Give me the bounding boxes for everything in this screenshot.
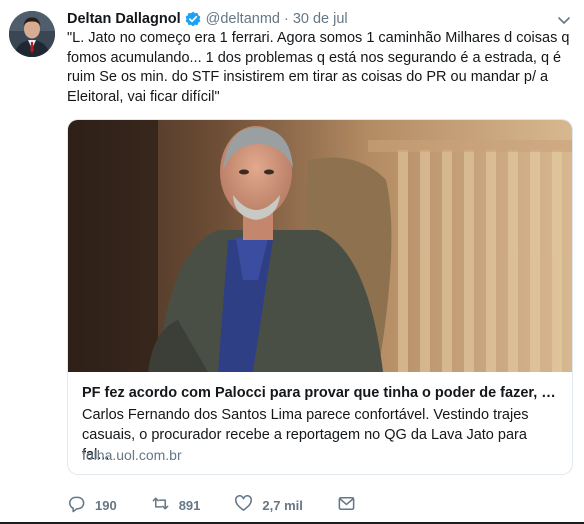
direct-message-button[interactable]: [337, 494, 356, 516]
reply-count: 190: [95, 497, 117, 513]
tweet-actions: 190 891 2,7 mil: [67, 495, 390, 515]
like-button[interactable]: 2,7 mil: [234, 494, 303, 516]
heart-icon: [234, 494, 253, 516]
tweet-header: Deltan Dallagnol @deltanmd · 30 de jul: [67, 10, 348, 28]
author-handle[interactable]: @deltanmd: [206, 10, 280, 28]
envelope-icon: [337, 494, 356, 516]
tweet[interactable]: Deltan Dallagnol @deltanmd · 30 de jul "…: [0, 0, 584, 524]
card-title[interactable]: PF fez acordo com Palocci para provar qu…: [82, 384, 558, 402]
tweet-text: "L. Jato no começo era 1 ferrari. Agora …: [67, 30, 574, 105]
retweet-icon: [151, 494, 170, 516]
card-domain: folha.uol.com.br: [82, 447, 182, 463]
reply-button[interactable]: 190: [67, 494, 117, 516]
separator-dot: ·: [283, 11, 289, 27]
avatar[interactable]: [9, 11, 55, 57]
link-card[interactable]: PF fez acordo com Palocci para provar qu…: [67, 119, 573, 475]
tweet-date[interactable]: 30 de jul: [293, 10, 348, 28]
card-image: [68, 120, 572, 372]
retweet-count: 891: [178, 497, 201, 513]
reply-icon: [67, 494, 86, 516]
like-count: 2,7 mil: [262, 497, 303, 513]
chevron-down-icon[interactable]: [556, 12, 572, 28]
verified-badge-icon: [185, 11, 201, 27]
author-name[interactable]: Deltan Dallagnol: [67, 10, 181, 28]
retweet-button[interactable]: 891: [151, 494, 201, 516]
